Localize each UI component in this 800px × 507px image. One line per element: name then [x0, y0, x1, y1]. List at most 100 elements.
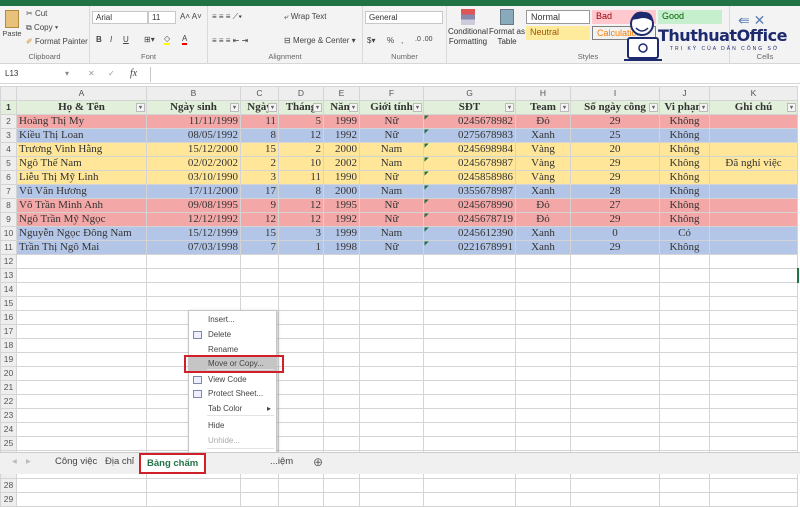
cell[interactable] [146, 254, 241, 269]
cell[interactable] [16, 268, 147, 283]
cell[interactable]: 0355678987 [423, 184, 516, 199]
filter-dropdown-icon[interactable]: ▾ [649, 103, 658, 112]
cell[interactable]: 12 [278, 128, 324, 143]
cell[interactable]: Liễu Thị Mỹ Linh [16, 170, 147, 185]
cell[interactable]: 27 [570, 198, 660, 213]
fill-color-button[interactable]: ◇ [164, 34, 171, 45]
cell[interactable]: 09/08/1995 [146, 198, 241, 213]
header-cell[interactable]: Số ngày công ▾ [570, 100, 660, 115]
cell[interactable]: 0245678719 [423, 212, 516, 227]
insert-function-icon[interactable]: fx [130, 68, 137, 79]
cell[interactable]: Đỏ [515, 114, 571, 129]
row-header[interactable]: 13 [0, 268, 17, 283]
cell[interactable] [278, 436, 324, 451]
cell[interactable] [659, 436, 710, 451]
scroll-tabs-left-icon[interactable]: ◂ [12, 456, 17, 467]
cell[interactable] [659, 478, 710, 493]
cell[interactable]: Nam [359, 142, 424, 157]
cell[interactable] [423, 282, 516, 297]
decimal-buttons[interactable]: .0 .00 [415, 36, 433, 43]
cell[interactable] [278, 478, 324, 493]
cell[interactable] [278, 394, 324, 409]
cell[interactable] [240, 478, 279, 493]
cell[interactable]: Nguyễn Ngọc Đông Nam [16, 226, 147, 241]
cell[interactable]: Đã nghỉ việc [709, 156, 798, 171]
header-cell[interactable]: Vi phạm ▾ [659, 100, 710, 115]
cell[interactable]: Không [659, 240, 710, 255]
cell[interactable] [709, 184, 798, 199]
cell[interactable]: 0275678983 [423, 128, 516, 143]
font-grow-shrink-buttons[interactable]: A˄ A˅ [180, 12, 202, 21]
cell[interactable]: Nữ [359, 170, 424, 185]
cell[interactable] [423, 394, 516, 409]
cell[interactable] [359, 366, 424, 381]
menu-item-tab-color[interactable]: Tab Color ▸ [189, 402, 276, 416]
bold-button[interactable]: B [96, 35, 102, 44]
row-header[interactable]: 18 [0, 338, 17, 353]
header-cell[interactable]: SĐT ▾ [423, 100, 516, 115]
cell[interactable] [515, 324, 571, 339]
cell[interactable] [515, 422, 571, 437]
cell[interactable]: Đỏ [515, 212, 571, 227]
cell[interactable]: Nữ [359, 114, 424, 129]
cell[interactable]: Không [659, 142, 710, 157]
cell[interactable]: 03/10/1990 [146, 170, 241, 185]
cell[interactable] [570, 394, 660, 409]
cell[interactable]: 15/12/1999 [146, 226, 241, 241]
column-header-K[interactable]: K [709, 86, 798, 101]
cell[interactable] [515, 296, 571, 311]
enter-icon[interactable]: ✓ [108, 69, 115, 78]
column-header-A[interactable]: A [16, 86, 147, 101]
cell[interactable] [515, 436, 571, 451]
cell[interactable] [323, 422, 360, 437]
cell[interactable]: 1999 [323, 114, 360, 129]
cell[interactable]: Không [659, 128, 710, 143]
cell[interactable] [515, 254, 571, 269]
cell[interactable] [278, 366, 324, 381]
cell[interactable] [659, 352, 710, 367]
cell[interactable] [709, 226, 798, 241]
cell[interactable]: Không [659, 212, 710, 227]
cell[interactable] [659, 282, 710, 297]
cell[interactable]: 10 [278, 156, 324, 171]
cell[interactable]: Vàng [515, 142, 571, 157]
cell[interactable] [323, 352, 360, 367]
cell[interactable] [515, 352, 571, 367]
cell[interactable] [515, 366, 571, 381]
cell[interactable] [423, 422, 516, 437]
cell[interactable]: 2 [278, 142, 324, 157]
select-all-corner[interactable] [0, 86, 17, 101]
cell[interactable] [323, 324, 360, 339]
font-name-select[interactable]: Arial [92, 11, 148, 24]
filter-dropdown-icon[interactable]: ▾ [560, 103, 569, 112]
format-as-table-button[interactable]: Format as Table [489, 9, 525, 47]
number-format-select[interactable]: General [365, 11, 443, 24]
menu-item-unhide[interactable]: Unhide... [189, 434, 276, 448]
cell[interactable]: Xanh [515, 226, 571, 241]
cell[interactable] [709, 296, 798, 311]
italic-button[interactable]: I [110, 35, 112, 44]
cell[interactable]: 2000 [323, 184, 360, 199]
cell[interactable]: 1998 [323, 240, 360, 255]
cell[interactable] [146, 478, 241, 493]
cell[interactable]: 29 [570, 156, 660, 171]
merge-center-button[interactable]: ⊟ Merge & Center ▾ [284, 36, 356, 45]
cell[interactable] [323, 478, 360, 493]
column-header-C[interactable]: C [240, 86, 279, 101]
cell[interactable] [709, 268, 799, 283]
cell[interactable] [278, 380, 324, 395]
header-cell[interactable]: Năm ▾ [323, 100, 360, 115]
cell[interactable] [359, 380, 424, 395]
cell[interactable]: 02/02/2002 [146, 156, 241, 171]
cell[interactable] [323, 338, 360, 353]
row-header[interactable]: 19 [0, 352, 17, 367]
menu-item-view-code[interactable]: View Code [189, 373, 276, 387]
cell[interactable] [323, 282, 360, 297]
column-header-E[interactable]: E [323, 86, 360, 101]
cell[interactable] [515, 408, 571, 423]
cell[interactable]: Vàng [515, 156, 571, 171]
cell[interactable] [16, 478, 147, 493]
cell[interactable]: Nam [359, 226, 424, 241]
cell[interactable]: 11 [240, 114, 279, 129]
paste-button[interactable]: Paste [2, 10, 22, 38]
